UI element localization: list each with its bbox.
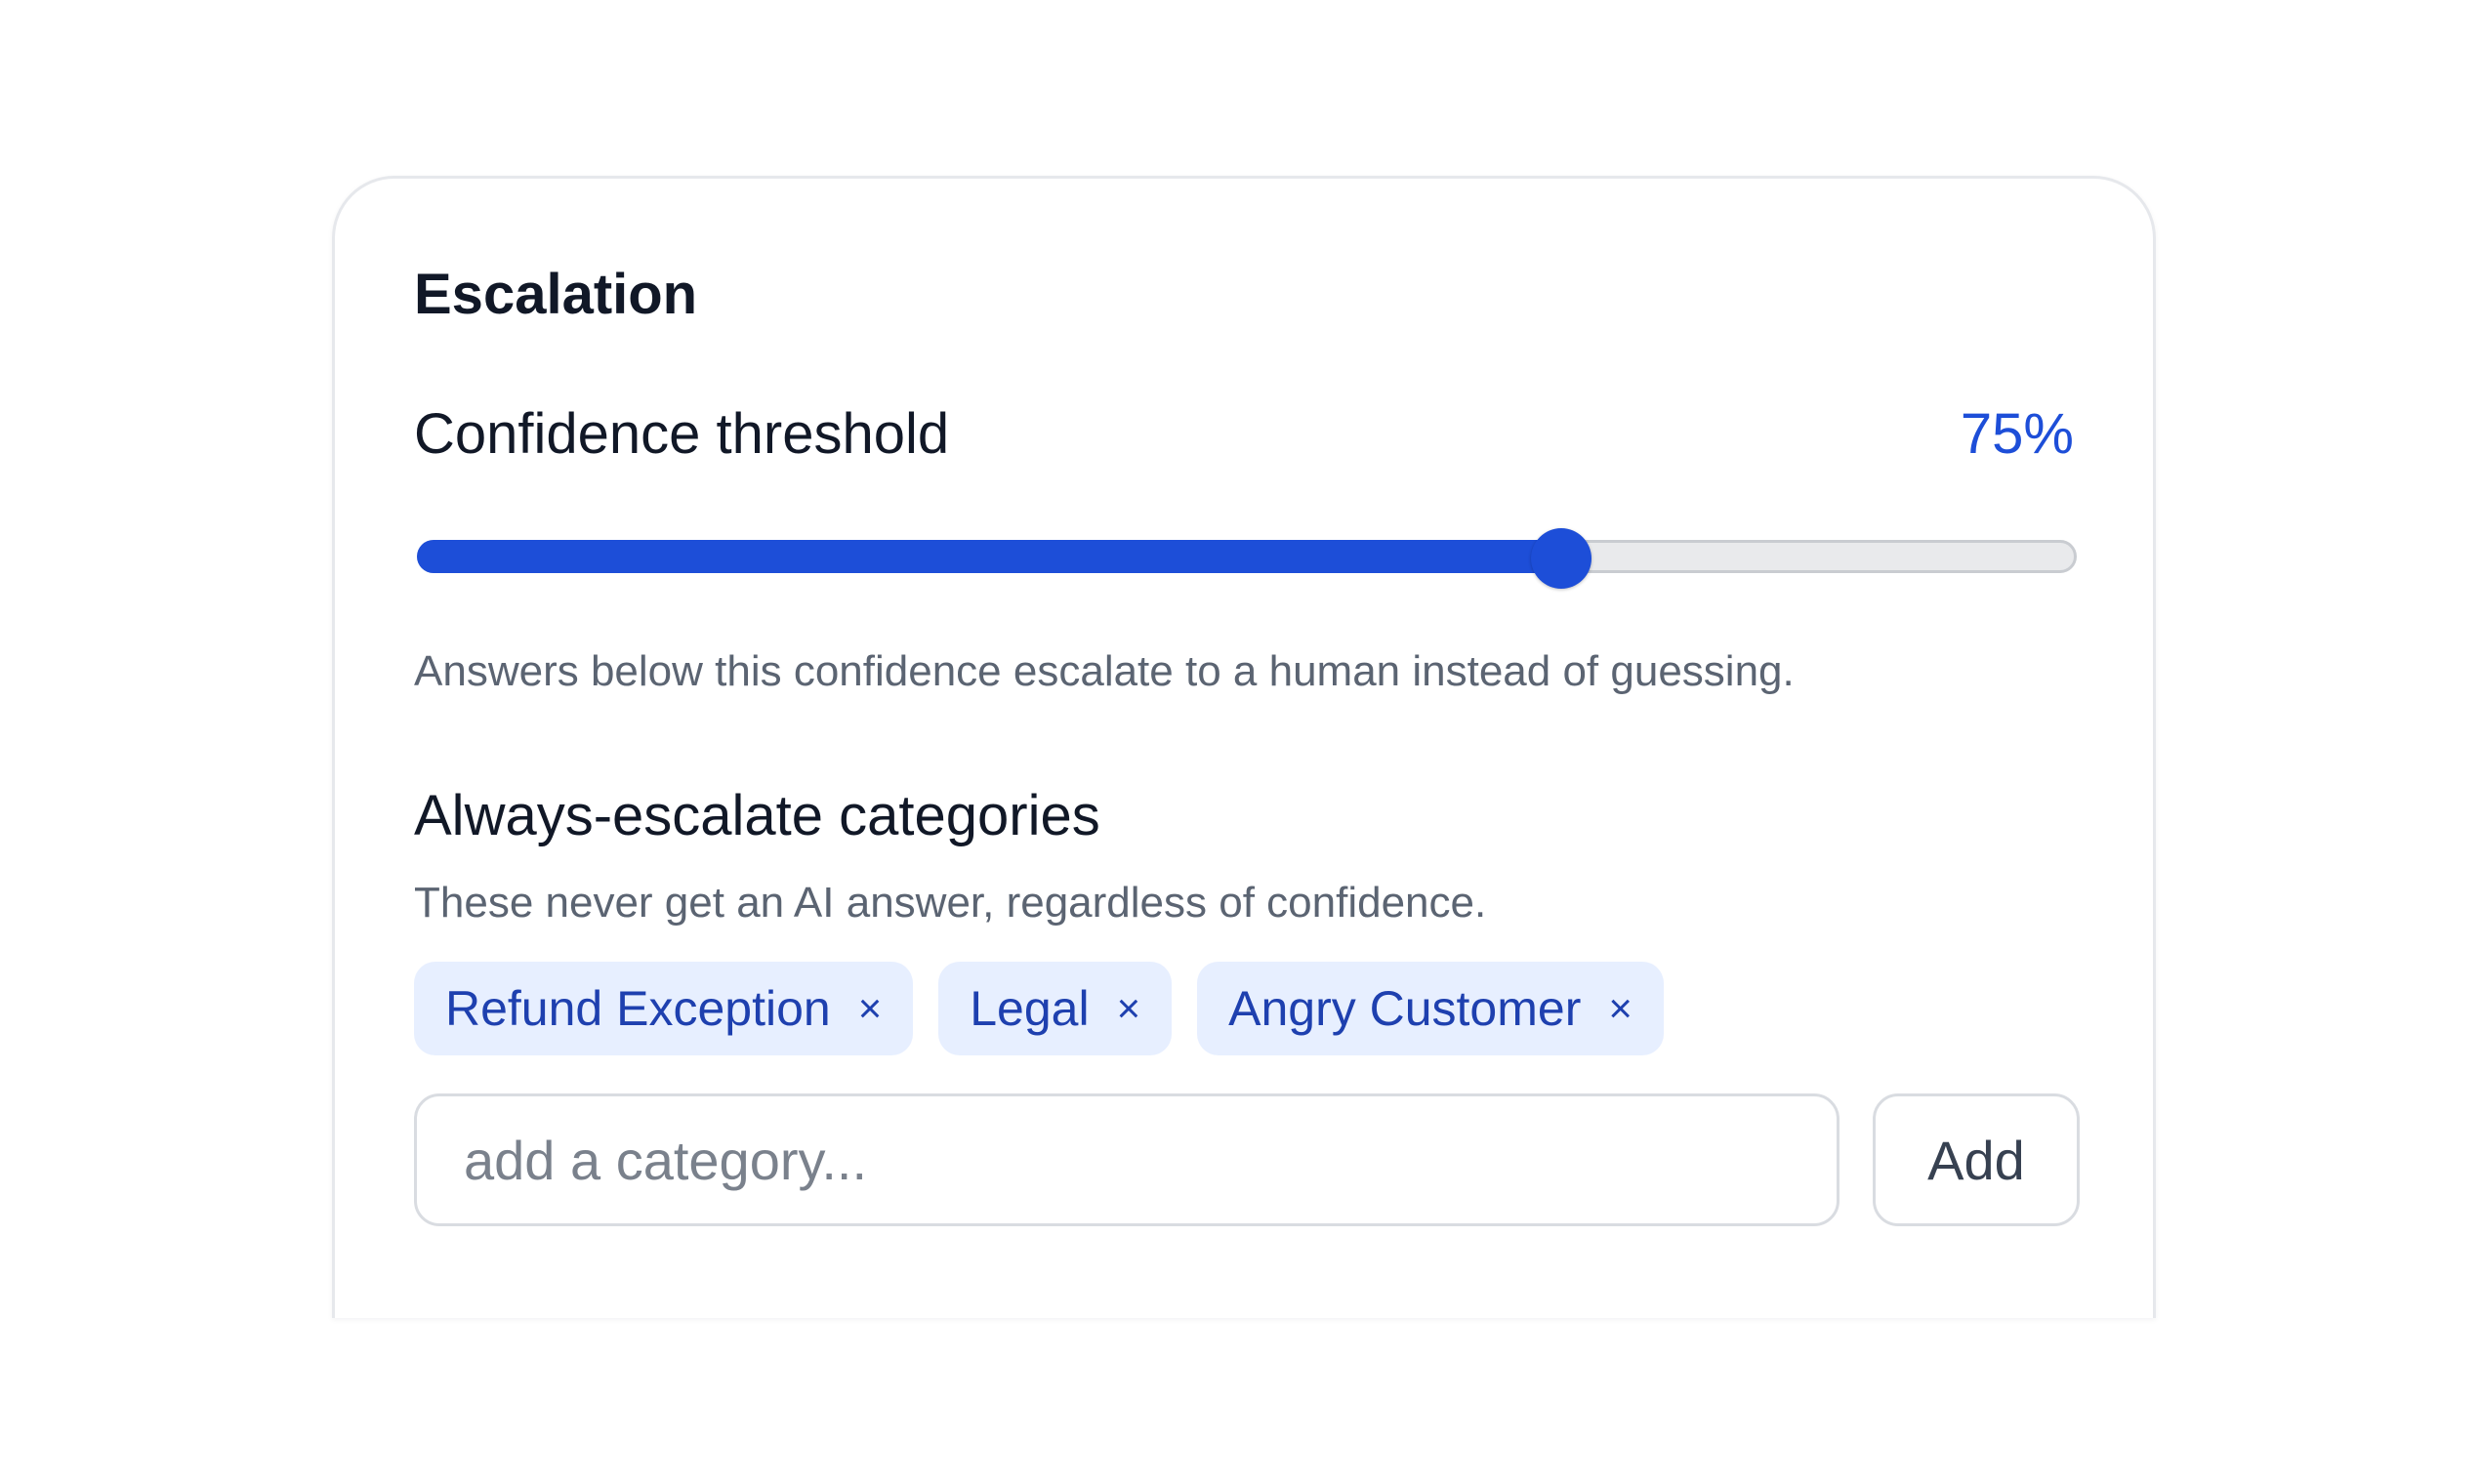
confidence-threshold-label: Confidence threshold <box>414 402 950 466</box>
category-chip: Angry Customer × <box>1197 962 1664 1055</box>
chip-label: Angry Customer <box>1228 981 1582 1036</box>
category-input[interactable] <box>414 1093 1839 1226</box>
categories-subtitle: These never get an AI answer, regardless… <box>414 879 1487 927</box>
slider-thumb[interactable] <box>1530 528 1591 589</box>
remove-chip-icon[interactable]: × <box>858 988 883 1029</box>
confidence-slider[interactable] <box>417 528 2077 589</box>
category-chips: Refund Exception × Legal × Angry Custome… <box>414 962 1664 1055</box>
card-title: Escalation <box>414 263 698 326</box>
add-category-row: Add <box>414 1093 2080 1226</box>
category-chip: Legal × <box>938 962 1173 1055</box>
confidence-threshold-value: 75% <box>1960 402 2074 466</box>
add-category-button[interactable]: Add <box>1873 1093 2080 1226</box>
remove-chip-icon[interactable]: × <box>1608 988 1633 1029</box>
confidence-help-text: Answers below this confidence escalate t… <box>414 647 1795 695</box>
remove-chip-icon[interactable]: × <box>1117 988 1141 1029</box>
categories-title: Always-escalate categories <box>414 784 1100 847</box>
slider-fill <box>417 540 1561 573</box>
chip-label: Legal <box>970 981 1090 1036</box>
chip-label: Refund Exception <box>445 981 831 1036</box>
category-chip: Refund Exception × <box>414 962 914 1055</box>
escalation-card: Escalation Confidence threshold 75% Answ… <box>332 176 2156 1318</box>
